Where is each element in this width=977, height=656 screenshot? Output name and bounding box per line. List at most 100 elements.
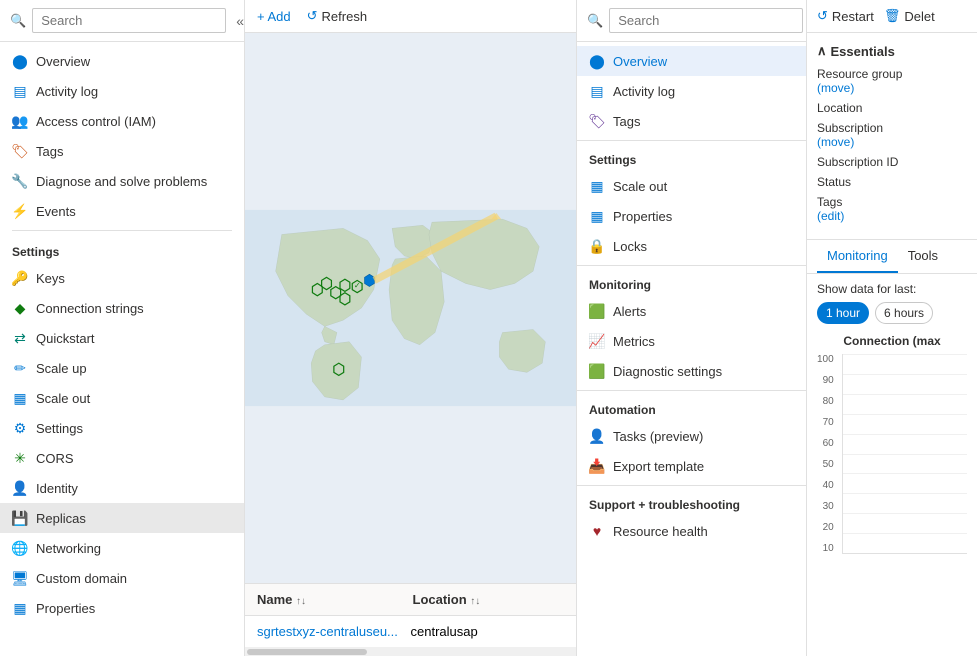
- subscription-move-link[interactable]: (move): [817, 135, 967, 149]
- sidebar-item-label: Replicas: [36, 511, 86, 526]
- middle-properties-icon: ▦: [589, 208, 605, 224]
- sidebar-item-properties[interactable]: ▦ Properties: [0, 593, 244, 623]
- sidebar-item-access-control[interactable]: 👥 Access control (IAM): [0, 106, 244, 136]
- middle-support-divider: [577, 485, 806, 486]
- sidebar-item-scale-up[interactable]: ✏ Scale up: [0, 353, 244, 383]
- tab-monitoring[interactable]: Monitoring: [817, 240, 898, 273]
- replicas-icon: 💾: [12, 510, 28, 526]
- middle-nav-locks[interactable]: 🔒 Locks: [577, 231, 806, 261]
- tab-tools[interactable]: Tools: [898, 240, 948, 273]
- scroll-thumb[interactable]: [247, 649, 367, 655]
- replica-location: centralusap: [411, 624, 478, 639]
- svg-text:✓: ✓: [354, 281, 361, 290]
- left-collapse-btn[interactable]: «: [232, 11, 245, 31]
- tags-label: Tags: [817, 195, 967, 209]
- middle-nav-label: Scale out: [613, 179, 667, 194]
- resource-group-label: Resource group: [817, 67, 967, 81]
- sidebar-item-custom-domain[interactable]: 🖥 Custom domain: [0, 563, 244, 593]
- refresh-button[interactable]: ↺ Refresh: [307, 8, 367, 24]
- location-sort-icon[interactable]: ↑↓: [470, 596, 480, 607]
- properties-icon: ▦: [12, 600, 28, 616]
- essentials-title: ∧ Essentials: [817, 43, 967, 59]
- sidebar-item-overview[interactable]: ⬤ Overview: [0, 46, 244, 76]
- sidebar-item-networking[interactable]: 🌐 Networking: [0, 533, 244, 563]
- sidebar-item-activity-log[interactable]: ▤ Activity log: [0, 76, 244, 106]
- middle-nav-label: Overview: [613, 54, 667, 69]
- middle-nav-metrics[interactable]: 📈 Metrics: [577, 326, 806, 356]
- grid-line-60: [843, 434, 967, 435]
- y-label-70: 70: [823, 417, 834, 428]
- restart-button[interactable]: ↺ Restart: [817, 8, 874, 24]
- sidebar-item-replicas[interactable]: 💾 Replicas: [0, 503, 244, 533]
- tags-edit-link[interactable]: (edit): [817, 209, 967, 223]
- sidebar-item-label: Identity: [36, 481, 78, 496]
- essentials-subscription-id: Subscription ID: [817, 155, 967, 169]
- sidebar-item-cors[interactable]: ✳ CORS: [0, 443, 244, 473]
- sidebar-item-quickstart[interactable]: ⇄ Quickstart: [0, 323, 244, 353]
- sidebar-item-label: Overview: [36, 54, 90, 69]
- middle-sidebar: 🔍 « ⬤ Overview ▤ Activity log 🏷 Tags Set…: [577, 0, 807, 656]
- tags-icon: 🏷: [12, 143, 28, 159]
- settings-section-label: Settings: [0, 235, 244, 263]
- middle-nav-tags[interactable]: 🏷 Tags: [577, 106, 806, 136]
- middle-nav: ⬤ Overview ▤ Activity log 🏷 Tags Setting…: [577, 42, 806, 656]
- middle-nav-export[interactable]: 📥 Export template: [577, 451, 806, 481]
- name-sort-icon[interactable]: ↑↓: [296, 596, 306, 607]
- events-icon: ⚡: [12, 203, 28, 219]
- y-label-60: 60: [823, 438, 834, 449]
- add-button[interactable]: + Add: [257, 9, 291, 24]
- sidebar-item-settings[interactable]: ⚙ Settings: [0, 413, 244, 443]
- middle-nav-label: Locks: [613, 239, 647, 254]
- sidebar-item-tags[interactable]: 🏷 Tags: [0, 136, 244, 166]
- sidebar-item-keys[interactable]: 🔑 Keys: [0, 263, 244, 293]
- table-cell-name: sgrtestxyz-centraluseu...: [257, 624, 411, 639]
- refresh-icon: ↺: [307, 8, 318, 24]
- subscription-label: Subscription: [817, 121, 967, 135]
- monitoring-tabs: Monitoring Tools: [807, 240, 977, 274]
- settings-divider: [12, 230, 232, 231]
- sidebar-item-label: Connection strings: [36, 301, 144, 316]
- scale-up-icon: ✏: [12, 360, 28, 376]
- grid-line-80: [843, 394, 967, 395]
- connection-strings-icon: ◆: [12, 300, 28, 316]
- middle-nav-label: Metrics: [613, 334, 655, 349]
- middle-alerts-icon: 🟩: [589, 303, 605, 319]
- y-label-80: 80: [823, 396, 834, 407]
- search-icon-left: 🔍: [10, 13, 26, 29]
- overview-icon: ⬤: [12, 53, 28, 69]
- left-search-input[interactable]: [32, 8, 226, 33]
- sidebar-item-scale-out[interactable]: ▦ Scale out: [0, 383, 244, 413]
- time-btn-1hour[interactable]: 1 hour: [817, 302, 869, 324]
- y-label-40: 40: [823, 480, 834, 491]
- grid-line-20: [843, 513, 967, 514]
- identity-icon: 👤: [12, 480, 28, 496]
- middle-nav-overview[interactable]: ⬤ Overview: [577, 46, 806, 76]
- time-btn-6hours[interactable]: 6 hours: [875, 302, 933, 324]
- middle-nav-resource-health[interactable]: ♥ Resource health: [577, 516, 806, 546]
- sidebar-item-label: Quickstart: [36, 331, 95, 346]
- sidebar-item-diagnose[interactable]: 🔧 Diagnose and solve problems: [0, 166, 244, 196]
- restart-label: Restart: [832, 9, 874, 24]
- sidebar-item-label: Custom domain: [36, 571, 127, 586]
- middle-nav-tasks[interactable]: 👤 Tasks (preview): [577, 421, 806, 451]
- resource-group-move-link[interactable]: (move): [817, 81, 967, 95]
- middle-nav-properties[interactable]: ▦ Properties: [577, 201, 806, 231]
- sidebar-item-connection-strings[interactable]: ◆ Connection strings: [0, 293, 244, 323]
- table-row: sgrtestxyz-centraluseu... centralusap: [245, 616, 576, 648]
- monitoring-content: Show data for last: 1 hour 6 hours Conne…: [807, 274, 977, 656]
- middle-nav-diagnostic[interactable]: 🟩 Diagnostic settings: [577, 356, 806, 386]
- replica-name-link[interactable]: sgrtestxyz-centraluseu...: [257, 624, 398, 639]
- middle-search-input[interactable]: [609, 8, 803, 33]
- middle-nav-alerts[interactable]: 🟩 Alerts: [577, 296, 806, 326]
- chart-title: Connection (max: [817, 334, 967, 348]
- delete-button[interactable]: 🗑 Delet: [884, 8, 935, 24]
- delete-label: Delet: [904, 9, 934, 24]
- sidebar-item-events[interactable]: ⚡ Events: [0, 196, 244, 226]
- sidebar-item-identity[interactable]: 👤 Identity: [0, 473, 244, 503]
- y-label-50: 50: [823, 459, 834, 470]
- middle-nav-scale-out[interactable]: ▦ Scale out: [577, 171, 806, 201]
- grid-line-30: [843, 493, 967, 494]
- middle-nav-activity-log[interactable]: ▤ Activity log: [577, 76, 806, 106]
- essentials-status: Status: [817, 175, 967, 189]
- horizontal-scrollbar[interactable]: [245, 648, 576, 656]
